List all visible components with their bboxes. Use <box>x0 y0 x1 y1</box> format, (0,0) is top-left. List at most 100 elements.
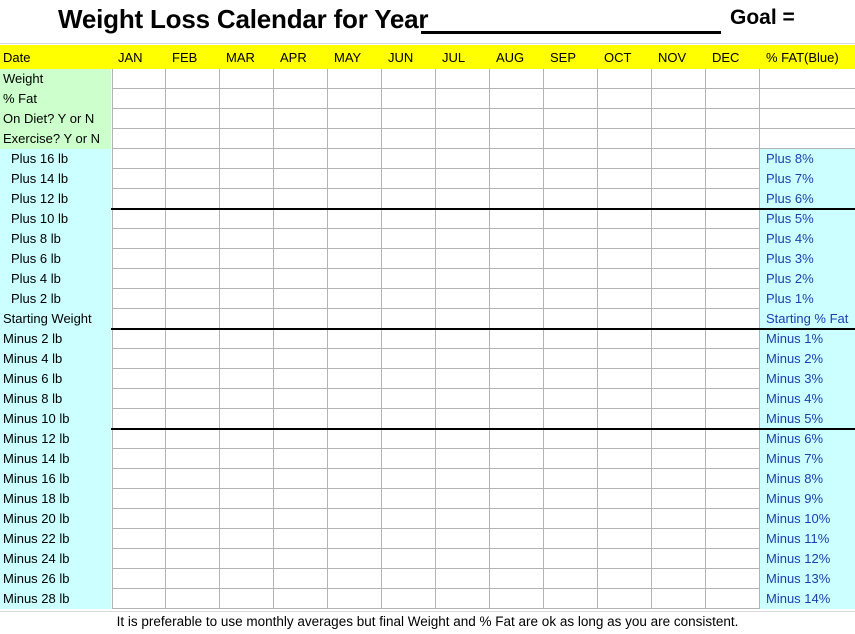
entry-cell[interactable] <box>382 309 436 329</box>
entry-cell[interactable] <box>706 369 760 389</box>
entry-cell[interactable] <box>166 409 220 429</box>
entry-cell[interactable] <box>274 329 328 349</box>
entry-cell[interactable] <box>382 329 436 349</box>
entry-cell[interactable] <box>652 129 706 149</box>
entry-cell[interactable] <box>436 549 490 569</box>
entry-cell[interactable] <box>706 169 760 189</box>
entry-cell[interactable] <box>436 589 490 609</box>
entry-cell[interactable] <box>490 389 544 409</box>
entry-cell[interactable] <box>706 189 760 209</box>
entry-cell[interactable] <box>598 229 652 249</box>
entry-cell[interactable] <box>706 549 760 569</box>
entry-cell[interactable] <box>112 489 166 509</box>
entry-cell[interactable] <box>490 149 544 169</box>
entry-cell[interactable] <box>706 249 760 269</box>
entry-cell[interactable] <box>274 289 328 309</box>
entry-cell[interactable] <box>490 209 544 229</box>
entry-cell[interactable] <box>490 489 544 509</box>
entry-cell[interactable] <box>166 429 220 449</box>
entry-cell[interactable] <box>220 529 274 549</box>
entry-cell[interactable] <box>598 349 652 369</box>
entry-cell[interactable] <box>274 449 328 469</box>
entry-cell[interactable] <box>490 549 544 569</box>
entry-cell[interactable] <box>274 509 328 529</box>
entry-cell[interactable] <box>274 129 328 149</box>
entry-cell[interactable] <box>544 469 598 489</box>
entry-cell[interactable] <box>220 189 274 209</box>
entry-cell[interactable] <box>220 129 274 149</box>
entry-cell[interactable] <box>112 89 166 109</box>
entry-cell[interactable] <box>436 369 490 389</box>
entry-cell[interactable] <box>220 209 274 229</box>
entry-cell[interactable] <box>490 189 544 209</box>
entry-cell[interactable] <box>490 529 544 549</box>
entry-cell[interactable] <box>490 349 544 369</box>
entry-cell[interactable] <box>544 549 598 569</box>
entry-cell[interactable] <box>652 569 706 589</box>
entry-cell[interactable] <box>706 329 760 349</box>
entry-cell[interactable] <box>166 489 220 509</box>
entry-cell[interactable] <box>544 89 598 109</box>
entry-cell[interactable] <box>274 149 328 169</box>
entry-cell[interactable] <box>598 169 652 189</box>
entry-cell[interactable] <box>220 289 274 309</box>
entry-cell[interactable] <box>544 509 598 529</box>
entry-cell[interactable] <box>112 569 166 589</box>
entry-cell[interactable] <box>166 509 220 529</box>
entry-cell[interactable] <box>598 589 652 609</box>
entry-cell[interactable] <box>112 389 166 409</box>
entry-cell[interactable] <box>436 329 490 349</box>
entry-cell[interactable] <box>112 369 166 389</box>
entry-cell[interactable] <box>274 209 328 229</box>
entry-cell[interactable] <box>490 409 544 429</box>
entry-cell[interactable] <box>706 409 760 429</box>
entry-cell[interactable] <box>220 89 274 109</box>
entry-cell[interactable] <box>328 589 382 609</box>
entry-cell[interactable] <box>598 69 652 89</box>
entry-cell[interactable] <box>436 189 490 209</box>
entry-cell[interactable] <box>436 469 490 489</box>
entry-cell[interactable] <box>328 269 382 289</box>
entry-cell[interactable] <box>490 329 544 349</box>
entry-cell[interactable] <box>436 289 490 309</box>
entry-cell[interactable] <box>382 149 436 169</box>
entry-cell[interactable] <box>706 289 760 309</box>
entry-cell[interactable] <box>166 329 220 349</box>
entry-cell[interactable] <box>652 469 706 489</box>
entry-cell[interactable] <box>112 449 166 469</box>
entry-cell[interactable] <box>112 229 166 249</box>
entry-cell[interactable] <box>112 109 166 129</box>
entry-cell[interactable] <box>652 289 706 309</box>
entry-cell[interactable] <box>166 449 220 469</box>
entry-cell[interactable] <box>382 129 436 149</box>
entry-cell[interactable] <box>652 169 706 189</box>
entry-cell[interactable] <box>652 349 706 369</box>
entry-cell[interactable] <box>382 489 436 509</box>
entry-cell[interactable] <box>598 89 652 109</box>
entry-cell[interactable] <box>166 569 220 589</box>
entry-cell[interactable] <box>652 189 706 209</box>
entry-cell[interactable] <box>598 189 652 209</box>
entry-cell[interactable] <box>220 309 274 329</box>
entry-cell[interactable] <box>166 309 220 329</box>
entry-cell[interactable] <box>382 289 436 309</box>
entry-cell[interactable] <box>544 409 598 429</box>
entry-cell[interactable] <box>274 229 328 249</box>
entry-cell[interactable] <box>220 489 274 509</box>
entry-cell[interactable] <box>220 429 274 449</box>
entry-cell[interactable] <box>166 189 220 209</box>
entry-cell[interactable] <box>382 529 436 549</box>
entry-cell[interactable] <box>382 389 436 409</box>
entry-cell[interactable] <box>166 69 220 89</box>
entry-cell[interactable] <box>652 549 706 569</box>
entry-cell[interactable] <box>274 249 328 269</box>
entry-cell[interactable] <box>436 569 490 589</box>
entry-cell[interactable] <box>328 109 382 129</box>
entry-cell[interactable] <box>274 369 328 389</box>
entry-cell[interactable] <box>490 569 544 589</box>
entry-cell[interactable] <box>328 549 382 569</box>
entry-cell[interactable] <box>706 509 760 529</box>
entry-cell[interactable] <box>328 529 382 549</box>
entry-cell[interactable] <box>544 289 598 309</box>
entry-cell[interactable] <box>544 309 598 329</box>
